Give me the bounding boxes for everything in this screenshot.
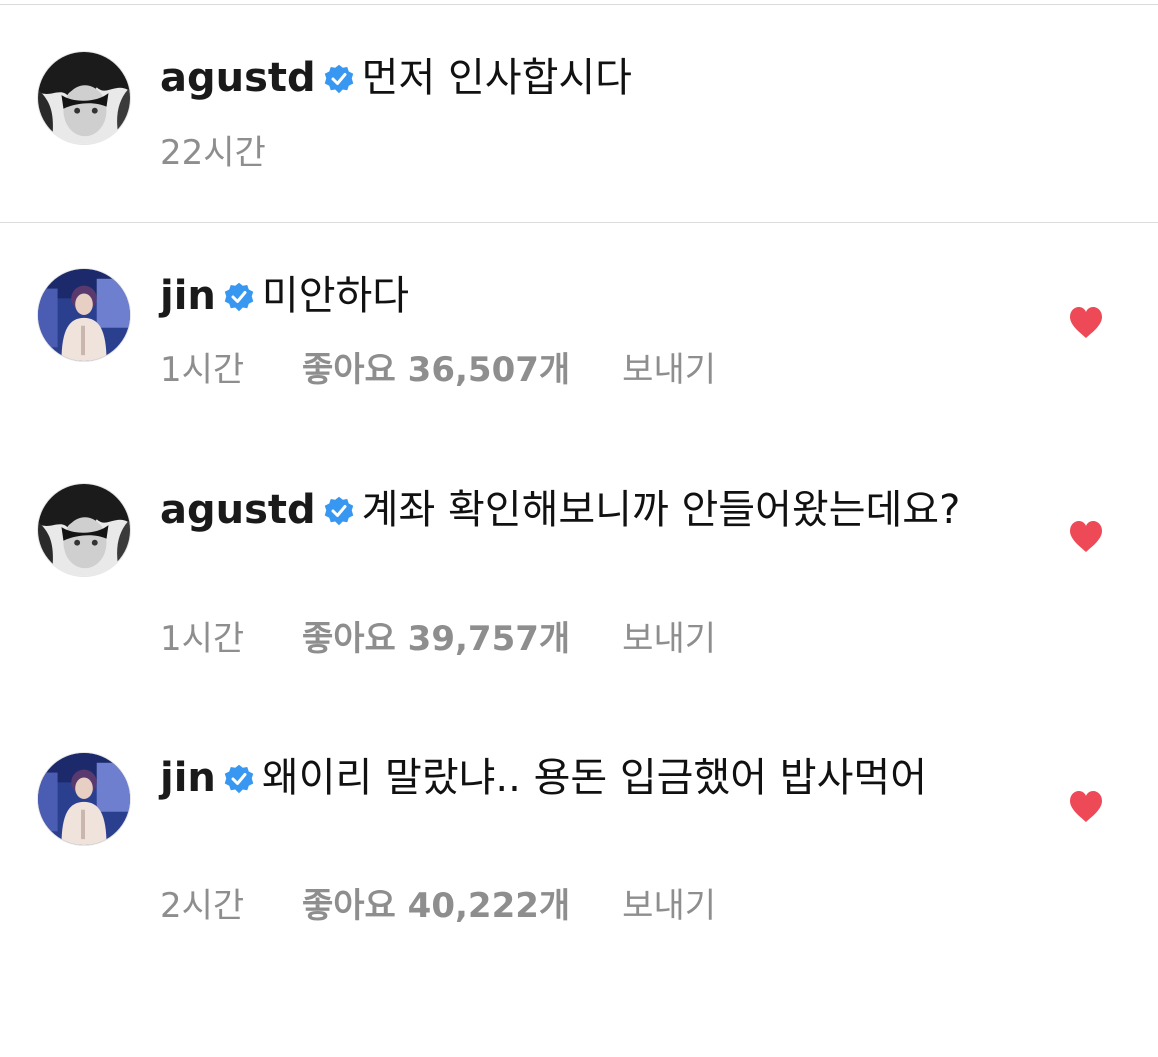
verified-badge-icon bbox=[224, 764, 254, 794]
comment-2-username[interactable]: agustd bbox=[160, 487, 316, 533]
top-divider bbox=[0, 4, 1158, 5]
comment-2-text-line: agustd 계좌 확인해보니까 안들어왔는데요? bbox=[160, 480, 990, 540]
comment-1-time: 1시간 bbox=[160, 350, 245, 390]
avatar-agustd[interactable] bbox=[37, 51, 131, 145]
comment-3-text-line: jin 왜이리 말랐냐.. 용돈 입금했어 밥사먹어 bbox=[160, 748, 980, 808]
heart-icon[interactable] bbox=[1068, 790, 1104, 823]
comment-3-meta: 2시간 좋아요 40,222개 보내기 bbox=[160, 884, 716, 928]
verified-badge-icon bbox=[324, 496, 354, 526]
avatar-photo-jin bbox=[38, 269, 130, 361]
comment-2-reply-button[interactable]: 보내기 bbox=[622, 617, 716, 661]
comment-3-text: 왜이리 말랐냐.. 용돈 입금했어 밥사먹어 bbox=[261, 755, 927, 801]
caption-time: 22시간 bbox=[160, 133, 266, 173]
avatar-jin[interactable] bbox=[37, 268, 131, 362]
caption-username[interactable]: agustd bbox=[160, 55, 316, 101]
comment-1-username[interactable]: jin bbox=[160, 273, 216, 319]
comment-3-reply-button[interactable]: 보내기 bbox=[622, 884, 716, 928]
heart-icon[interactable] bbox=[1068, 306, 1104, 339]
avatar-agustd[interactable] bbox=[37, 483, 131, 577]
avatar-photo-jin bbox=[38, 753, 130, 845]
caption-text-line: agustd 먼저 인사합시다 bbox=[160, 48, 1000, 108]
caption-text: 먼저 인사합시다 bbox=[361, 55, 632, 101]
caption-meta: 22시간 bbox=[160, 131, 266, 175]
comment-2-meta: 1시간 좋아요 39,757개 보내기 bbox=[160, 617, 716, 661]
comment-1-meta: 1시간 좋아요 36,507개 보내기 bbox=[160, 348, 716, 392]
caption-divider bbox=[0, 222, 1158, 223]
verified-badge-icon bbox=[324, 64, 354, 94]
comment-1-text: 미안하다 bbox=[261, 273, 410, 319]
comment-2-text: 계좌 확인해보니까 안들어왔는데요? bbox=[361, 487, 961, 533]
comment-2-time: 1시간 bbox=[160, 619, 245, 659]
comment-3-time: 2시간 bbox=[160, 886, 245, 926]
comment-1-reply-button[interactable]: 보내기 bbox=[622, 348, 716, 392]
comment-1-text-line: jin 미안하다 bbox=[160, 266, 1000, 326]
comment-3-username[interactable]: jin bbox=[160, 755, 216, 801]
heart-icon[interactable] bbox=[1068, 520, 1104, 553]
avatar-photo-agustd bbox=[38, 52, 130, 144]
comment-1-likes[interactable]: 좋아요 36,507개 bbox=[302, 348, 570, 392]
verified-badge-icon bbox=[224, 282, 254, 312]
avatar-photo-agustd bbox=[38, 484, 130, 576]
avatar-jin[interactable] bbox=[37, 752, 131, 846]
comment-3-likes[interactable]: 좋아요 40,222개 bbox=[302, 884, 570, 928]
comment-2-likes[interactable]: 좋아요 39,757개 bbox=[302, 617, 570, 661]
